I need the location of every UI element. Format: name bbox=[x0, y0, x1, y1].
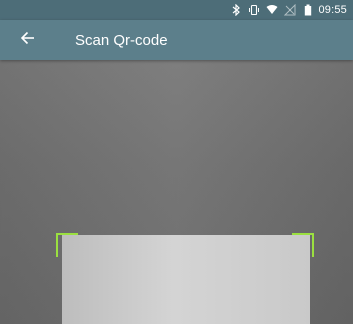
camera-preview[interactable] bbox=[0, 60, 353, 324]
vibrate-icon bbox=[248, 4, 260, 16]
no-signal-icon bbox=[284, 4, 296, 16]
scanned-paper bbox=[62, 235, 310, 324]
bluetooth-icon bbox=[230, 4, 242, 16]
scan-frame-corner-top-right bbox=[292, 233, 314, 257]
back-button[interactable] bbox=[0, 20, 56, 60]
scan-frame-corner-top-left bbox=[56, 233, 78, 257]
page-title: Scan Qr-code bbox=[75, 31, 168, 49]
status-icons bbox=[230, 4, 314, 16]
status-time: 09:55 bbox=[318, 4, 347, 16]
wifi-icon bbox=[266, 4, 278, 16]
status-bar: 09:55 bbox=[0, 0, 353, 20]
qr-scan-screen: 09:55 Scan Qr-code bbox=[0, 0, 353, 324]
app-bar: Scan Qr-code bbox=[0, 20, 353, 60]
arrow-left-icon bbox=[20, 30, 36, 51]
battery-icon bbox=[302, 4, 314, 16]
